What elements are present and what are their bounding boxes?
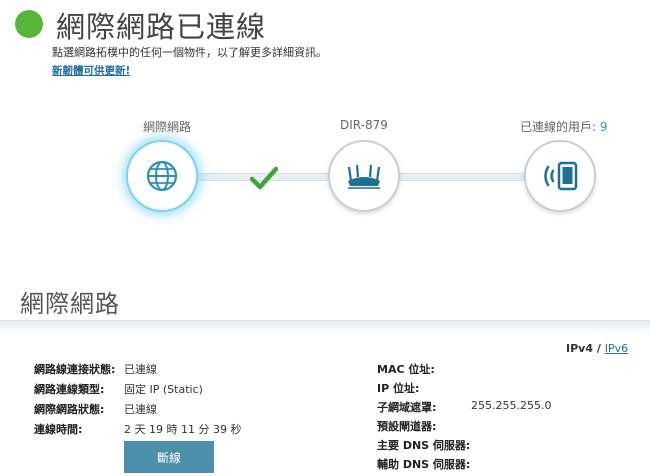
disconnect-button[interactable]: 斷線 (124, 441, 214, 473)
clients-count: 9 (599, 120, 608, 134)
ip-version-switch: IPv4 / IPv6 (566, 342, 628, 355)
info-key: 預設閘道器: (377, 420, 437, 433)
section-title: 網際網路 (20, 290, 120, 318)
info-row-primary-dns: 主要 DNS 伺服器: (377, 437, 470, 453)
router-node-label: DIR-879 (340, 118, 388, 132)
router-icon (347, 164, 381, 189)
globe-icon (146, 160, 178, 192)
info-value: 已連線 (124, 403, 157, 416)
info-key: MAC 位址: (377, 363, 435, 376)
internet-node[interactable] (126, 140, 198, 212)
info-row-uptime: 連線時間: 2 天 19 時 11 分 39 秒 (34, 421, 241, 437)
info-value: 固定 IP (Static) (124, 383, 203, 396)
info-key: 主要 DNS 伺服器: (377, 439, 471, 452)
info-row-subnet-mask: 子網域遮罩: 255.255.255.0 (377, 399, 551, 415)
ipv6-tab[interactable]: IPv6 (605, 342, 628, 355)
clients-node-label: 已連線的用戶: 9 (520, 118, 608, 135)
info-row-default-gateway: 預設閘道器: (377, 418, 436, 434)
info-key: 連線時間: (34, 423, 83, 436)
info-row-mac-address: MAC 位址: (377, 361, 435, 377)
firmware-update-link[interactable]: 新韌體可供更新! (52, 63, 130, 78)
info-value: 2 天 19 時 11 分 39 秒 (124, 423, 242, 436)
clients-label-text: 已連線的用戶: (520, 120, 597, 134)
info-row-secondary-dns: 輔助 DNS 伺服器: (377, 456, 470, 472)
info-key: 子網域遮罩: (377, 401, 437, 414)
info-row-internet-status: 網際網路狀態: 已連線 (34, 401, 157, 417)
info-row-ip-address: IP 位址: (377, 380, 419, 396)
page-title: 網際網路已連線 (56, 10, 267, 44)
ipv4-tab[interactable]: IPv4 (566, 342, 593, 355)
connection-status-indicator (15, 10, 43, 38)
info-value: 已連線 (124, 363, 157, 376)
info-row-cable-status: 網路線連接狀態: 已連線 (34, 361, 157, 377)
info-value: 255.255.255.0 (471, 399, 552, 412)
info-key: 輔助 DNS 伺服器: (377, 458, 471, 471)
info-key: IP 位址: (377, 382, 420, 395)
router-clients-link (398, 173, 530, 181)
topology-hint-text: 點選網路拓樸中的任何一個物件，以了解更多詳細資訊。 (52, 46, 327, 59)
checkmark-icon (250, 166, 278, 190)
info-key: 網際網路狀態: (34, 403, 105, 416)
info-row-connection-type: 網路連線類型: 固定 IP (Static) (34, 381, 203, 397)
clients-node[interactable] (524, 140, 596, 212)
ip-version-separator: / (596, 342, 601, 355)
info-key: 網路線連接狀態: (34, 363, 116, 376)
info-key: 網路連線類型: (34, 383, 105, 396)
section-divider (0, 320, 650, 335)
wireless-device-icon (544, 161, 578, 191)
internet-node-label: 網際網路 (143, 120, 192, 134)
router-node[interactable] (328, 140, 400, 212)
